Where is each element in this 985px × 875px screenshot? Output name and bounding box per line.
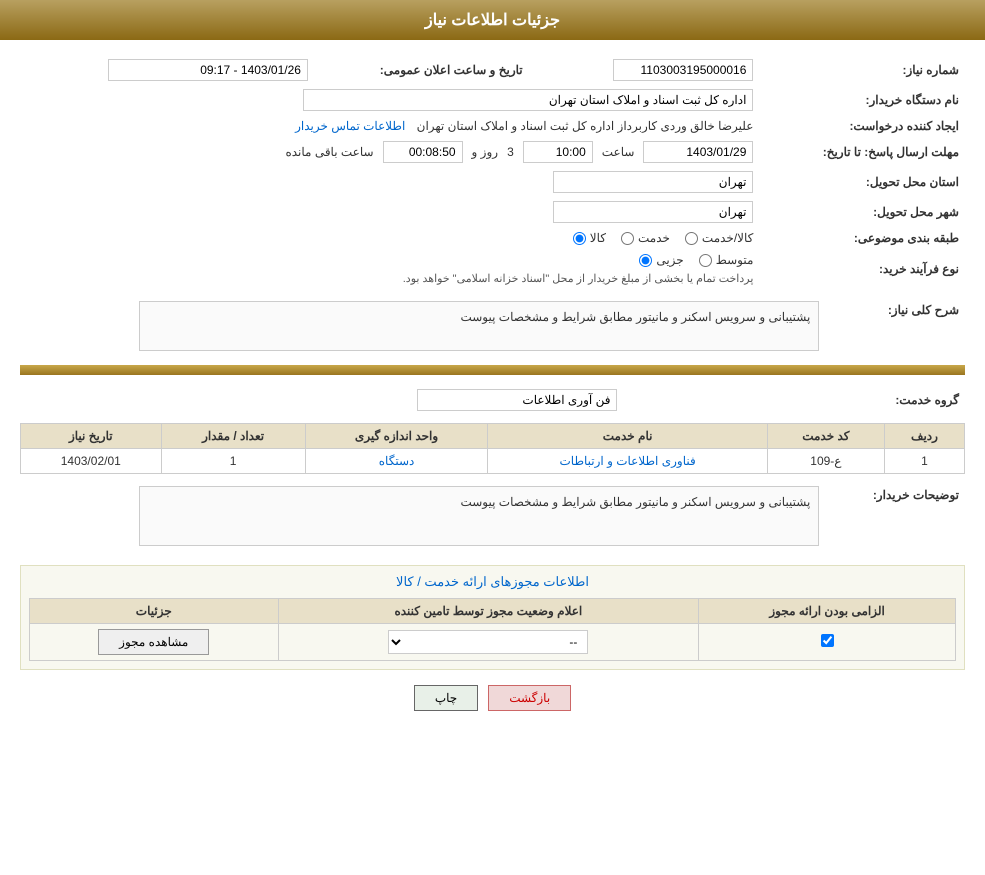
buyer-org-input[interactable] (303, 89, 753, 111)
table-row: 1 ع-109 فناوری اطلاعات و ارتباطات دستگاه… (21, 449, 965, 474)
services-col-code: کد خدمت (767, 424, 884, 449)
days-label: روز و (472, 145, 499, 159)
category-khedmat-option[interactable]: خدمت (621, 231, 670, 245)
service-group-input[interactable] (417, 389, 617, 411)
view-permit-button[interactable]: مشاهده مجوز (98, 629, 209, 655)
perm-mandatory-cell (699, 624, 956, 661)
category-label: طبقه بندی موضوعی: (759, 227, 965, 249)
row-date: 1403/02/01 (21, 449, 162, 474)
purchase-type-label: نوع فرآیند خرید: (759, 249, 965, 289)
general-description-box: پشتیبانی و سرویس اسکنر و مانیتور مطابق ش… (139, 301, 819, 351)
requester-value: علیرضا خالق وردی کاربرداز اداره کل ثبت ا… (417, 119, 754, 133)
category-kala-khedmat-option[interactable]: کالا/خدمت (685, 231, 753, 245)
category-kala-option[interactable]: کالا (573, 231, 606, 245)
requester-contact-link[interactable]: اطلاعات تماس خریدار (295, 119, 405, 133)
purchase-jozi-option[interactable]: جزیی (639, 253, 683, 267)
perm-table-row: -- مشاهده مجوز (30, 624, 956, 661)
perm-col-mandatory: الزامی بودن ارائه مجوز (699, 599, 956, 624)
category-kala-radio[interactable] (573, 232, 586, 245)
perm-col-details: جزئیات (30, 599, 279, 624)
services-col-quantity: تعداد / مقدار (161, 424, 305, 449)
services-col-name: نام خدمت (488, 424, 767, 449)
header-title: جزئیات اطلاعات نیاز (425, 12, 560, 29)
delivery-city-label: شهر محل تحویل: (759, 197, 965, 227)
perm-mandatory-checkbox[interactable] (821, 634, 834, 647)
permissions-table: الزامی بودن ارائه مجوز اعلام وضعیت مجوز … (29, 598, 956, 661)
buyer-org-label: نام دستگاه خریدار: (759, 85, 965, 115)
time-remaining-input[interactable] (383, 141, 463, 163)
category-kala-khedmat-radio[interactable] (685, 232, 698, 245)
row-quantity: 1 (161, 449, 305, 474)
buyer-description-box: پشتیبانی و سرویس اسکنر و مانیتور مطابق ش… (139, 486, 819, 546)
footer-buttons: بازگشت چاپ (20, 670, 965, 726)
purchase-motevaset-option[interactable]: متوسط (699, 253, 754, 267)
general-description-label: شرح کلی نیاز: (825, 297, 965, 355)
announce-datetime-input[interactable] (108, 59, 308, 81)
services-col-unit: واحد اندازه گیری (305, 424, 488, 449)
perm-col-status: اعلام وضعیت مجوز توسط تامین کننده (278, 599, 699, 624)
back-button[interactable]: بازگشت (488, 685, 571, 711)
row-number: 1 (884, 449, 964, 474)
purchase-motevaset-radio[interactable] (699, 254, 712, 267)
time-left-label: ساعت باقی مانده (285, 145, 373, 159)
category-khedmat-label: خدمت (638, 231, 670, 245)
print-button[interactable]: چاپ (414, 685, 478, 711)
purchase-jozi-radio[interactable] (639, 254, 652, 267)
category-kala-khedmat-label: کالا/خدمت (702, 231, 753, 245)
page-header: جزئیات اطلاعات نیاز (0, 0, 985, 40)
buyer-description-label: توضیحات خریدار: (825, 482, 965, 550)
deadline-date-input[interactable] (643, 141, 753, 163)
row-unit: دستگاه (305, 449, 488, 474)
delivery-province-input[interactable] (553, 171, 753, 193)
perm-status-select[interactable]: -- (388, 630, 588, 654)
services-col-date: تاریخ نیاز (21, 424, 162, 449)
service-group-label: گروه خدمت: (623, 385, 965, 415)
deadline-time-input[interactable] (523, 141, 593, 163)
category-khedmat-radio[interactable] (621, 232, 634, 245)
need-number-input[interactable] (613, 59, 753, 81)
announce-datetime-label: تاریخ و ساعت اعلان عمومی: (314, 55, 529, 85)
purchase-jozi-label: جزیی (656, 253, 683, 267)
row-name: فناوری اطلاعات و ارتباطات (488, 449, 767, 474)
row-code: ع-109 (767, 449, 884, 474)
general-description-text: پشتیبانی و سرویس اسکنر و مانیتور مطابق ش… (460, 310, 810, 324)
unit-link[interactable]: دستگاه (379, 454, 415, 468)
requester-label: ایجاد کننده درخواست: (759, 115, 965, 137)
buyer-description-text: پشتیبانی و سرویس اسکنر و مانیتور مطابق ش… (460, 495, 810, 509)
perm-status-cell: -- (278, 624, 699, 661)
purchase-motevaset-label: متوسط (716, 253, 754, 267)
delivery-city-input[interactable] (553, 201, 753, 223)
purchase-type-description: پرداخت تمام یا بخشی از مبلغ خریدار از مح… (403, 273, 754, 285)
perm-details-cell[interactable]: مشاهده مجوز (30, 624, 279, 661)
time-label: ساعت (602, 145, 635, 159)
category-kala-label: کالا (590, 231, 606, 245)
services-col-row: ردیف (884, 424, 964, 449)
needed-services-title (20, 365, 965, 375)
delivery-province-label: استان محل تحویل: (759, 167, 965, 197)
services-table: ردیف کد خدمت نام خدمت واحد اندازه گیری ت… (20, 423, 965, 474)
permissions-title: اطلاعات مجوزهای ارائه خدمت / کالا (29, 574, 956, 590)
service-name-link[interactable]: فناوری اطلاعات و ارتباطات (560, 454, 696, 468)
need-number-label: شماره نیاز: (759, 55, 965, 85)
send-deadline-label: مهلت ارسال پاسخ: تا تاریخ: (759, 137, 965, 167)
days-remaining-value: 3 (507, 145, 514, 159)
